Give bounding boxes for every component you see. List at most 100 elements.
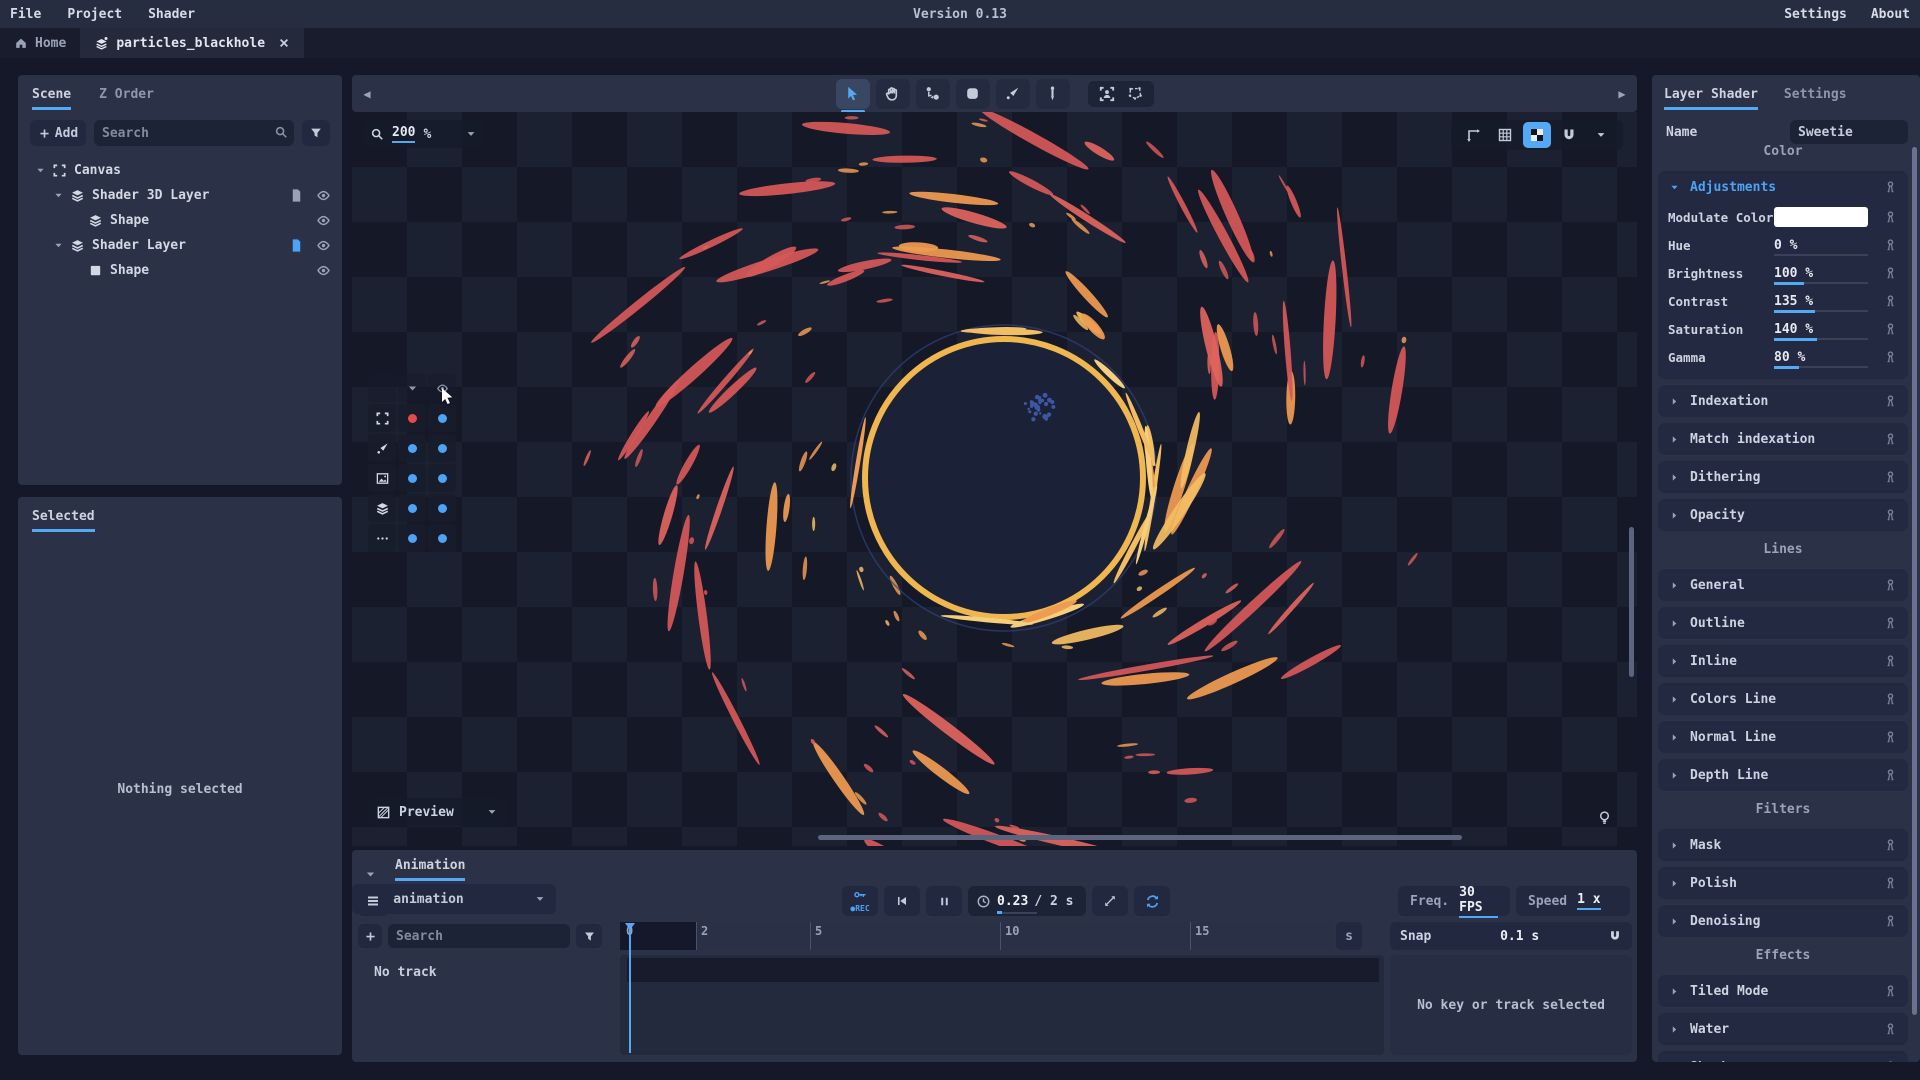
section-header-outline[interactable]: Outline (1668, 607, 1898, 639)
layers-row-icon[interactable] (368, 494, 396, 522)
toggle-dot[interactable] (428, 524, 456, 552)
speed-value[interactable]: 1 x (1577, 892, 1600, 910)
collapse-panel-icon[interactable] (364, 868, 377, 881)
horizontal-scrollbar[interactable] (818, 835, 1462, 840)
toggle-dot[interactable] (398, 524, 426, 552)
tree-item-canvas-0[interactable]: Canvas (28, 158, 334, 183)
property-value[interactable]: 80 % (1774, 350, 1805, 365)
property-value-area[interactable] (1774, 203, 1868, 231)
section-header-normal-line[interactable]: Normal Line (1668, 721, 1898, 753)
toggle-dot[interactable] (398, 404, 426, 432)
speed-control[interactable]: Speed 1 x (1516, 886, 1630, 916)
property-value[interactable]: 100 % (1774, 266, 1813, 281)
keyframe-icon[interactable] (1883, 838, 1898, 853)
eye-toggle-icon[interactable] (312, 263, 334, 278)
add-button[interactable]: Add (30, 120, 86, 146)
tree-item-shape-2[interactable]: Shape (28, 208, 334, 233)
brush-tool[interactable] (996, 79, 1030, 109)
collapse-left-icon[interactable]: ◀ (352, 87, 382, 101)
color-swatch[interactable] (1774, 207, 1868, 227)
timeline-lane[interactable] (620, 955, 1384, 1055)
shape-tool[interactable] (956, 79, 990, 109)
section-header-shock-wave[interactable]: Shock wave (1668, 1051, 1898, 1062)
expander-icon[interactable] (52, 190, 65, 201)
zoom-control[interactable]: 200 % (362, 120, 485, 148)
properties-scrollbar[interactable] (1912, 147, 1917, 1015)
tab-document[interactable]: particles_blackhole (80, 28, 304, 58)
toggle-dot[interactable] (428, 404, 456, 432)
grid-toggle[interactable] (1491, 122, 1519, 148)
tab-layer-shader[interactable]: Layer Shader (1664, 87, 1758, 110)
animation-menu-button[interactable] (358, 886, 388, 916)
keyframe-icon[interactable] (1883, 432, 1898, 447)
toggle-dot[interactable] (428, 494, 456, 522)
menu-project[interactable]: Project (67, 7, 122, 22)
menu-about[interactable]: About (1871, 7, 1910, 22)
section-header-inline[interactable]: Inline (1668, 645, 1898, 677)
image-row-icon[interactable] (368, 464, 396, 492)
add-track-button[interactable] (358, 924, 382, 948)
section-header-mask[interactable]: Mask (1668, 829, 1898, 861)
toggle-dot[interactable] (398, 464, 426, 492)
dots3-row-icon[interactable] (368, 524, 396, 552)
toggle-dot[interactable] (398, 434, 426, 462)
time-display[interactable]: 0.23 / 2 s (968, 886, 1086, 916)
vertical-scrollbar[interactable] (1629, 527, 1634, 677)
scene-search-input[interactable] (94, 120, 294, 146)
transform-tool[interactable] (916, 79, 950, 109)
section-header-colors-line[interactable]: Colors Line (1668, 683, 1898, 715)
tab-scene[interactable]: Scene (32, 87, 71, 110)
preview-dropdown-icon[interactable] (486, 806, 498, 818)
keyframe-icon[interactable] (1883, 180, 1898, 195)
keyframe-icon[interactable] (1883, 322, 1898, 337)
snap-value[interactable]: 0.1 s (1500, 929, 1539, 944)
toggle-dot[interactable] (428, 434, 456, 462)
tab-settings[interactable]: Settings (1784, 87, 1847, 110)
focus-selection-tool[interactable] (1098, 85, 1116, 103)
light-icon[interactable] (1596, 809, 1613, 826)
toggle-dot[interactable] (428, 464, 456, 492)
close-tab-icon[interactable] (278, 37, 290, 49)
tree-item-shader-3d-layer-1[interactable]: Shader 3D Layer (28, 183, 334, 208)
track-filter-button[interactable] (576, 924, 602, 948)
keyframe-icon[interactable] (1883, 578, 1898, 593)
keyframe-icon[interactable] (1883, 394, 1898, 409)
keyframe-icon[interactable] (1883, 730, 1898, 745)
tab-home[interactable]: Home (0, 28, 80, 58)
keyframe-icon[interactable] (1883, 470, 1898, 485)
scene-filter-button[interactable] (302, 120, 330, 146)
section-header-adjustments[interactable]: Adjustments (1668, 171, 1898, 203)
eye-toggle-icon[interactable] (312, 238, 334, 253)
expand-timeline-button[interactable] (1092, 886, 1128, 916)
keyframe-icon[interactable] (1883, 294, 1898, 309)
section-header-water[interactable]: Water (1668, 1013, 1898, 1045)
section-header-denoising[interactable]: Denoising (1668, 905, 1898, 937)
pause-button[interactable] (926, 886, 962, 916)
expander-icon[interactable] (34, 165, 47, 176)
frame-row-icon[interactable] (368, 404, 396, 432)
keyframe-icon[interactable] (1883, 238, 1898, 253)
timeline-ruler[interactable]: 0251015 (620, 922, 1332, 950)
select-tool[interactable] (836, 79, 870, 109)
property-value[interactable]: 140 % (1774, 322, 1813, 337)
brush-row-icon[interactable] (368, 434, 396, 462)
chevron-down-icon[interactable] (398, 374, 426, 402)
tree-item-shader-layer-3[interactable]: Shader Layer (28, 233, 334, 258)
viewport-canvas[interactable]: 200 % Preview (352, 112, 1637, 846)
keyframe-icon[interactable] (1883, 1060, 1898, 1063)
track-list[interactable]: No track (352, 955, 612, 1055)
toggle-dot[interactable] (398, 494, 426, 522)
script-toggle-icon[interactable] (285, 188, 307, 203)
eye-toggle-icon[interactable] (312, 188, 334, 203)
snap-toggle[interactable] (1555, 122, 1583, 148)
property-value-area[interactable]: 135 % (1774, 287, 1868, 315)
tab-animation[interactable]: Animation (395, 858, 465, 881)
menu-file[interactable]: File (10, 7, 41, 22)
keyframe-icon[interactable] (1883, 984, 1898, 999)
zoom-value[interactable]: 200 (392, 125, 415, 143)
preview-control[interactable]: Preview (368, 798, 506, 826)
tree-item-shape-4[interactable]: Shape (28, 258, 334, 283)
property-value-area[interactable]: 140 % (1774, 315, 1868, 343)
keyframe-icon[interactable] (1883, 654, 1898, 669)
lasso-tool[interactable] (1126, 85, 1144, 103)
